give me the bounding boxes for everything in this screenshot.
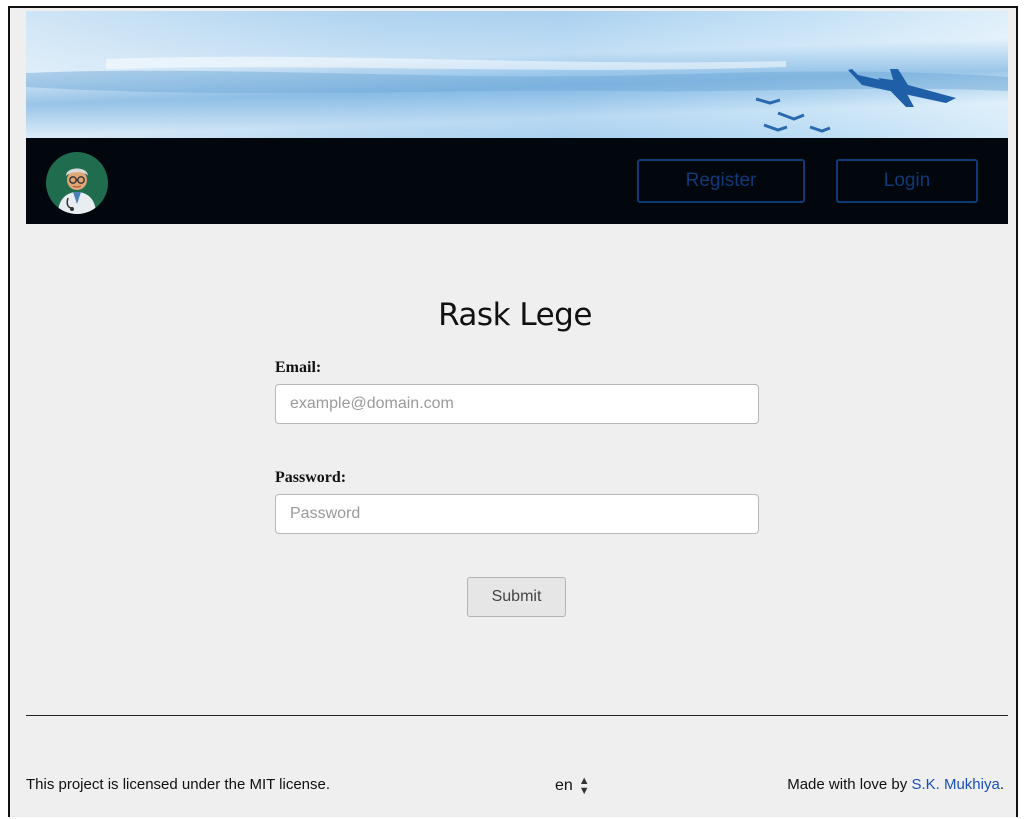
submit-button[interactable]: Submit — [467, 577, 566, 617]
author-link[interactable]: S.K. Mukhiya — [911, 776, 999, 793]
up-down-arrows-icon: ▲ ▼ — [578, 775, 590, 797]
page-title: Rask Lege — [438, 297, 592, 333]
birds-icon — [755, 97, 831, 133]
email-field[interactable] — [275, 384, 759, 424]
app-window: Register Login Rask Lege Email: Password… — [8, 6, 1018, 817]
license-text: This project is licensed under the MIT l… — [26, 776, 331, 793]
made-with-prefix: Made with love by — [787, 776, 912, 793]
register-button[interactable]: Register — [637, 159, 805, 203]
doctor-avatar-icon[interactable] — [46, 152, 108, 214]
email-label: Email: — [275, 359, 322, 376]
hero-banner — [26, 11, 1008, 138]
sky-airplane-illustration — [26, 56, 1008, 133]
language-value: en — [555, 777, 573, 794]
password-label: Password: — [275, 469, 347, 486]
navbar: Register Login — [26, 138, 1008, 224]
made-with-suffix: . — [999, 776, 1004, 793]
password-field[interactable] — [275, 494, 759, 534]
made-with-love-text: Made with love by S.K. Mukhiya. — [787, 776, 1004, 793]
login-button[interactable]: Login — [836, 159, 978, 203]
footer-divider — [26, 715, 1008, 716]
language-select[interactable]: en ▲ ▼ — [555, 775, 590, 797]
